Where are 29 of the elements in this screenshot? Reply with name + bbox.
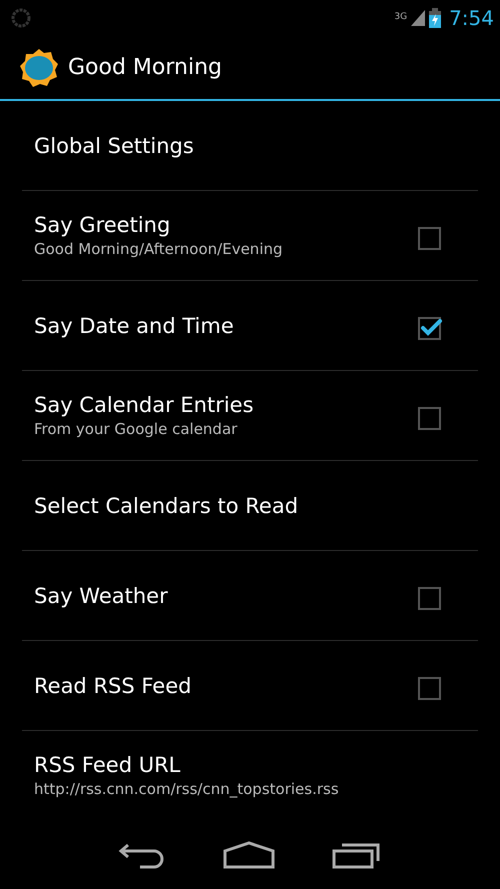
preference-title: Read RSS Feed [34, 674, 192, 698]
preference-item[interactable]: Say Weather [22, 551, 478, 641]
clock-time: 7:54 [449, 6, 494, 30]
preference-title: Select Calendars to Read [34, 494, 298, 518]
app-title: Good Morning [68, 55, 222, 80]
preference-summary: http://rss.cnn.com/rss/cnn_topstories.rss [34, 780, 339, 798]
preference-item[interactable]: Say Greeting Good Morning/Afternoon/Evening [22, 191, 478, 281]
preference-title: Global Settings [34, 134, 194, 158]
back-icon[interactable] [118, 841, 166, 869]
preference-title: Say Greeting [34, 213, 172, 237]
preference-title: Say Calendar Entries [34, 393, 254, 417]
preference-summary: From your Google calendar [34, 420, 238, 438]
preference-item[interactable]: Read RSS Feed [22, 641, 478, 731]
preference-title: Say Date and Time [34, 314, 234, 338]
preference-item[interactable]: Global Settings [22, 101, 478, 191]
network-type: 3G [394, 12, 408, 22]
preference-item[interactable]: Say Calendar Entries From your Google calendar [22, 371, 478, 461]
home-icon[interactable] [222, 841, 275, 869]
preference-item[interactable]: Say Date and Time [22, 281, 478, 371]
battery-icon [429, 8, 442, 28]
notification-icon [10, 7, 32, 29]
recent-apps-icon[interactable] [332, 841, 382, 869]
preference-item[interactable]: Select Calendars to Read [22, 461, 478, 551]
preference-item[interactable]: RSS Feed URL http://rss.cnn.com/rss/cnn_topstories.rss [22, 731, 478, 820]
preference-title: Say Weather [34, 584, 168, 608]
preference-title: RSS Feed URL [34, 753, 182, 777]
preference-summary: Good Morning/Afternoon/Evening [34, 240, 283, 258]
signal-icon [411, 10, 426, 26]
app-icon [18, 46, 60, 88]
